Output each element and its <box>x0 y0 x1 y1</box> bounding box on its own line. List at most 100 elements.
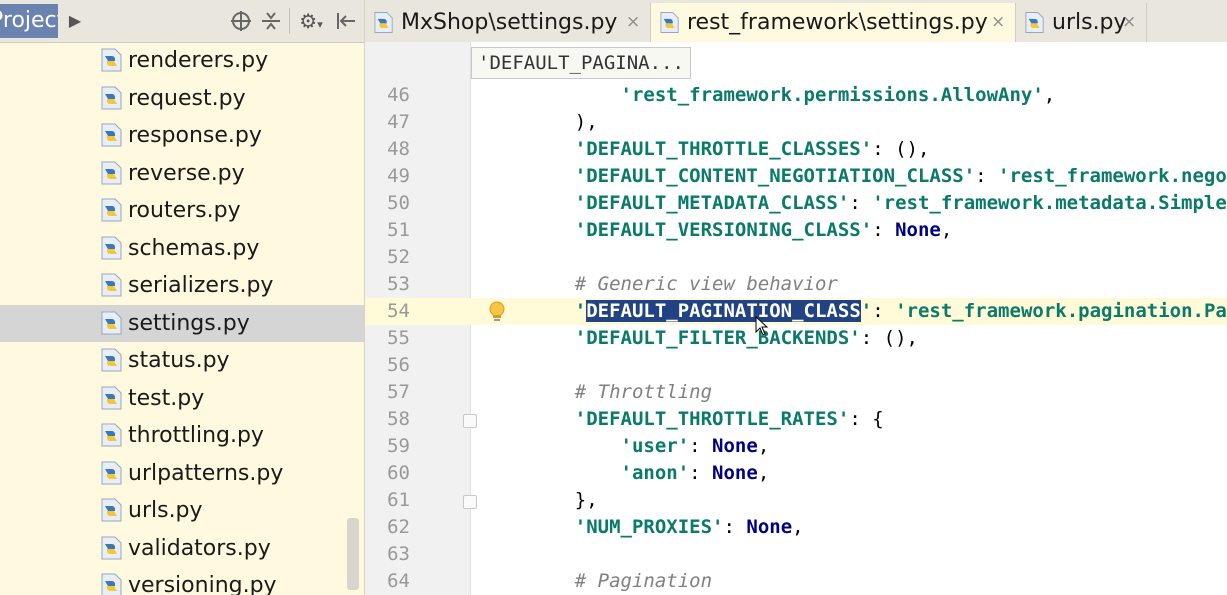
tree-item-validators[interactable]: validators.py <box>0 530 364 567</box>
line-number: 56 <box>387 354 410 376</box>
tree-item-versioning[interactable]: versioning.py <box>0 567 364 595</box>
tree-item-label: status.py <box>128 348 230 373</box>
code-text: 'DEFAULT_PAGINATION_CLASS': 'rest_framew… <box>574 300 1227 322</box>
tree-item-label: response.py <box>128 123 262 148</box>
line-number: 48 <box>387 138 410 160</box>
tab-rest-framework-settings[interactable]: rest_framework\settings.py × <box>651 3 1016 42</box>
python-file-icon <box>101 536 122 559</box>
python-file-icon <box>1025 12 1044 33</box>
code-line[interactable]: 54 'DEFAULT_PAGINATION_CLASS': 'rest_fra… <box>365 298 1227 325</box>
code-line[interactable]: 50 'DEFAULT_METADATA_CLASS': 'rest_frame… <box>365 190 1227 217</box>
code-text: # Throttling <box>574 381 713 403</box>
python-file-icon <box>101 48 122 72</box>
code-line[interactable]: 55 'DEFAULT_FILTER_BACKENDS': (), <box>365 325 1227 352</box>
tab-label: urls.py <box>1052 10 1127 35</box>
code-line[interactable]: 51 'DEFAULT_VERSIONING_CLASS': None, <box>365 217 1227 244</box>
fold-marker[interactable] <box>463 414 477 428</box>
tree-item-label: routers.py <box>128 198 241 223</box>
code-line[interactable]: 56 <box>365 352 1227 379</box>
collapse-all-icon[interactable] <box>258 6 284 36</box>
line-number: 57 <box>387 381 410 403</box>
python-file-icon <box>101 423 122 447</box>
code-line[interactable]: 48 'DEFAULT_THROTTLE_CLASSES': (), <box>365 136 1227 163</box>
tree-item-schemas[interactable]: schemas.py <box>0 230 364 267</box>
python-file-icon <box>101 123 122 147</box>
expand-arrow-icon[interactable]: ▶ <box>66 6 84 36</box>
python-file-icon <box>101 236 122 259</box>
code-text: 'user': None, <box>620 435 770 457</box>
tree-item-label: urls.py <box>128 498 203 523</box>
code-line[interactable]: 62 'NUM_PROXIES': None, <box>365 514 1227 541</box>
tree-item-routers[interactable]: routers.py <box>0 192 364 229</box>
tree-item-urlpatterns[interactable]: urlpatterns.py <box>0 455 364 492</box>
python-file-icon <box>101 348 122 372</box>
code-line[interactable]: 64 # Pagination <box>365 568 1227 595</box>
tree-item-label: validators.py <box>128 535 271 561</box>
code-line[interactable]: 49 'DEFAULT_CONTENT_NEGOTIATION_CLASS': … <box>365 163 1227 190</box>
tree-item-label: urlpatterns.py <box>128 460 284 486</box>
fold-marker[interactable] <box>463 495 477 509</box>
editor-tab-bar: MxShop\settings.py × rest_framework\sett… <box>365 0 1227 43</box>
tree-item-label: serializers.py <box>128 273 274 298</box>
close-icon[interactable]: × <box>991 3 1005 42</box>
line-number: 53 <box>387 273 410 295</box>
python-file-icon <box>660 12 679 33</box>
python-file-icon <box>101 198 122 222</box>
breadcrumb[interactable]: 'DEFAULT_PAGINA... <box>471 47 691 79</box>
project-panel-title[interactable]: Project <box>0 4 58 38</box>
close-icon[interactable]: × <box>1122 3 1136 42</box>
code-text: # Generic view behavior <box>574 273 838 295</box>
code-line[interactable]: 52 <box>365 244 1227 271</box>
tab-urls[interactable]: urls.py × <box>1016 3 1147 42</box>
code-editor[interactable]: 'DEFAULT_PAGINA... 46 'rest_framework.pe… <box>365 42 1227 595</box>
tree-item-test[interactable]: test.py <box>0 380 364 417</box>
code-text: 'DEFAULT_THROTTLE_RATES': { <box>574 408 884 430</box>
code-line[interactable]: 46 'rest_framework.permissions.AllowAny'… <box>365 82 1227 109</box>
tab-label: MxShop\settings.py <box>401 10 618 35</box>
tree-item-renderers[interactable]: renderers.py <box>0 42 364 79</box>
lightbulb-icon[interactable] <box>487 300 507 324</box>
target-icon[interactable] <box>228 6 254 36</box>
code-line[interactable]: 63 <box>365 541 1227 568</box>
tree-item-request[interactable]: request.py <box>0 80 364 117</box>
tree-item-throttling[interactable]: throttling.py <box>0 417 364 454</box>
tree-item-label: reverse.py <box>128 160 245 186</box>
code-line[interactable]: 57 # Throttling <box>365 379 1227 406</box>
project-panel-header: Project ▶ ⚙▾ <box>0 0 364 43</box>
tree-item-reverse[interactable]: reverse.py <box>0 155 364 192</box>
tree-item-serializers[interactable]: serializers.py <box>0 267 364 304</box>
line-number: 55 <box>387 327 410 349</box>
line-number: 64 <box>387 570 410 592</box>
python-file-icon <box>101 573 122 595</box>
tree-item-label: test.py <box>128 385 205 411</box>
code-text: 'DEFAULT_VERSIONING_CLASS': None, <box>574 219 953 241</box>
hide-panel-icon[interactable] <box>333 6 359 36</box>
code-line[interactable]: 58 'DEFAULT_THROTTLE_RATES': { <box>365 406 1227 433</box>
line-number: 50 <box>387 192 410 214</box>
tab-mxshop-settings[interactable]: MxShop\settings.py × <box>365 3 651 42</box>
python-file-icon <box>101 161 122 184</box>
line-number: 62 <box>387 516 410 538</box>
code-line[interactable]: 61 }, <box>365 487 1227 514</box>
gear-icon[interactable]: ⚙▾ <box>294 6 328 36</box>
mouse-pointer-icon <box>755 316 769 336</box>
code-line[interactable]: 59 'user': None, <box>365 433 1227 460</box>
tree-item-response[interactable]: response.py <box>0 117 364 154</box>
python-file-icon <box>101 386 122 409</box>
tree-item-settings[interactable]: settings.py <box>0 304 364 342</box>
code-text: 'rest_framework.permissions.AllowAny', <box>620 84 1056 106</box>
tree-item-status[interactable]: status.py <box>0 342 364 379</box>
project-panel-scrollbar[interactable] <box>347 518 359 590</box>
code-text: 'anon': None, <box>620 462 770 484</box>
code-line[interactable]: 47 ), <box>365 109 1227 136</box>
close-icon[interactable]: × <box>626 3 640 42</box>
python-file-icon <box>374 12 393 33</box>
code-text: # Pagination <box>574 570 713 592</box>
line-number: 60 <box>387 462 410 484</box>
python-file-icon <box>101 461 122 484</box>
python-file-icon <box>101 273 122 297</box>
line-number: 49 <box>387 165 410 187</box>
tree-item-urls[interactable]: urls.py <box>0 492 364 529</box>
code-line[interactable]: 60 'anon': None, <box>365 460 1227 487</box>
code-line[interactable]: 53 # Generic view behavior <box>365 271 1227 298</box>
